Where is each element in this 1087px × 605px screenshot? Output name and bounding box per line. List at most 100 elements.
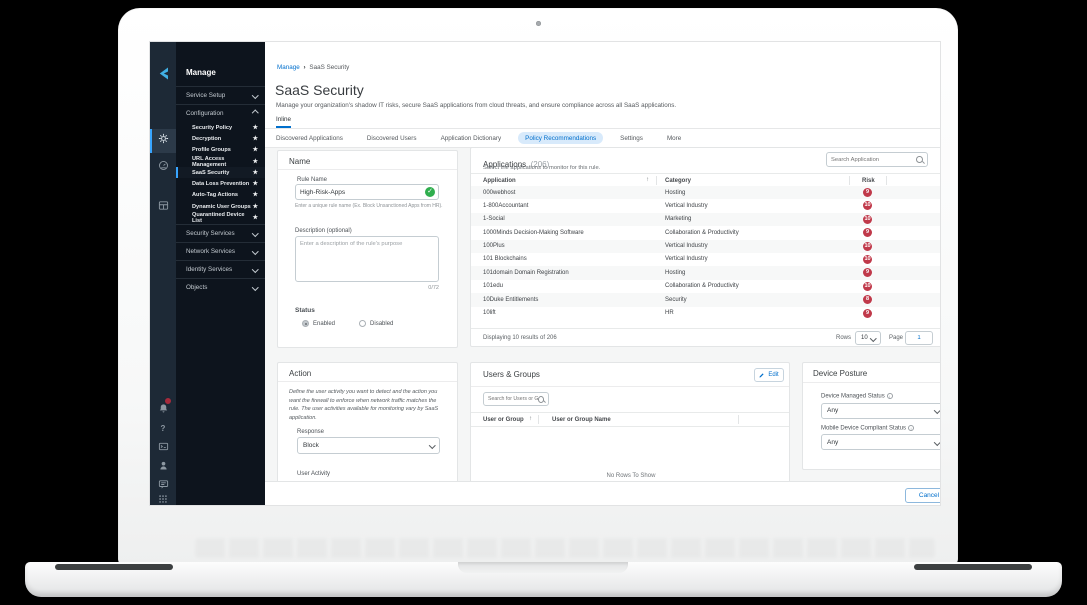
console-icon[interactable] (150, 437, 176, 455)
table-row[interactable]: 000webhost Hosting 9 (471, 186, 940, 199)
page-label: Page (889, 335, 903, 341)
favorite-star-icon[interactable]: ★ (253, 170, 258, 176)
nav-section[interactable]: Network Services (176, 242, 265, 260)
sort-asc-icon[interactable]: ↑ (529, 416, 532, 422)
radio-icon[interactable] (302, 320, 309, 327)
table-row[interactable]: 1000Minds Decision-Making Software Colla… (471, 226, 940, 239)
posture-field: Mobile Device Compliant Statusi Any (821, 425, 940, 448)
hinge-right (914, 564, 1032, 570)
table-row[interactable]: 101 Blockchains Vertical Industry 10 (471, 253, 940, 266)
breadcrumb-manage-link[interactable]: Manage (277, 64, 300, 71)
nav-item[interactable]: Security Policy ★ (176, 122, 265, 133)
gear-icon[interactable] (150, 131, 176, 149)
nav-item[interactable]: Quarantined Device List ★ (176, 212, 265, 223)
help-icon[interactable]: ? (150, 419, 176, 437)
nav-item[interactable]: Profile Groups ★ (176, 145, 265, 156)
posture-field: Device Managed Statusi Any (821, 393, 940, 416)
description-label: Description (optional) (295, 228, 352, 234)
brand-logo[interactable] (150, 62, 176, 84)
nav-item[interactable]: Decryption ★ (176, 133, 265, 144)
radio-icon[interactable] (359, 320, 366, 327)
user-icon[interactable] (150, 456, 176, 474)
tab[interactable]: Policy Recommendations (518, 132, 603, 144)
divider (471, 386, 790, 387)
risk-badge: 10 (863, 215, 872, 224)
cancel-button[interactable]: Cancel (905, 488, 940, 503)
rule-name-input[interactable] (300, 189, 434, 196)
favorite-star-icon[interactable]: ★ (253, 136, 258, 142)
tab[interactable]: Discovered Applications (269, 132, 350, 144)
breadcrumb-separator-icon: › (304, 64, 306, 71)
info-icon[interactable]: i (887, 393, 893, 399)
col-user-or-group[interactable]: User or Group (483, 417, 524, 423)
favorite-star-icon[interactable]: ★ (253, 159, 258, 165)
status-radio-option[interactable]: Enabled (302, 320, 335, 327)
table-row[interactable]: 10Duke Entitlements Security 8 (471, 293, 940, 306)
posture-select[interactable]: Any (821, 434, 940, 450)
nav-section-configuration[interactable]: Configuration (176, 104, 265, 122)
response-label: Response (297, 429, 324, 435)
favorite-star-icon[interactable]: ★ (253, 181, 258, 187)
nav-item[interactable]: Dynamic User Groups ★ (176, 201, 265, 212)
response-select[interactable]: Block (297, 437, 440, 454)
col-user-or-group-name[interactable]: User or Group Name (552, 417, 611, 423)
application-search-wrap (826, 152, 928, 167)
table-row[interactable]: 10lift HR 9 (471, 307, 940, 320)
device-posture-fields: Device Managed Statusi Any Mobile Device… (821, 393, 940, 456)
nav-section-service-setup[interactable]: Service Setup (176, 86, 265, 104)
favorite-star-icon[interactable]: ★ (253, 215, 258, 221)
monitor-gauge-icon[interactable] (150, 156, 176, 174)
tab[interactable]: More (660, 132, 688, 144)
nav-item[interactable]: URL Access Management ★ (176, 156, 265, 167)
favorite-star-icon[interactable]: ★ (253, 147, 258, 153)
page-input[interactable] (910, 335, 928, 341)
table-row[interactable]: 101domain Domain Registration Hosting 9 (471, 266, 940, 279)
notifications-bell-icon[interactable] (150, 399, 176, 417)
posture-select[interactable]: Any (821, 403, 940, 419)
device-posture-panel: Device Posture Device Managed Statusi An… (802, 362, 940, 470)
user-activity-label: User Activity (297, 471, 330, 477)
nav-section[interactable]: Identity Services (176, 260, 265, 278)
nav-section[interactable]: Security Services (176, 224, 265, 242)
chevron-down-icon (934, 407, 940, 413)
table-row[interactable]: 1-800Accountant Vertical Industry 10 (471, 199, 940, 212)
info-icon[interactable]: i (908, 425, 914, 431)
main-content: Manage › SaaS Security SaaS Security Man… (265, 42, 940, 505)
page-title: SaaS Security (275, 82, 364, 98)
column-divider (738, 415, 739, 424)
table-row[interactable]: 101edu Collaboration & Productivity 10 (471, 280, 940, 293)
edit-button[interactable]: Edit (754, 368, 784, 382)
risk-badge: 9 (863, 268, 872, 277)
nav-title: Manage (176, 42, 265, 86)
laptop-base (25, 562, 1062, 597)
col-category[interactable]: Category (665, 178, 691, 184)
tab-inline[interactable]: Inline (276, 116, 291, 128)
description-textarea[interactable] (295, 236, 439, 282)
apps-grid-icon[interactable] (150, 490, 176, 505)
table-row[interactable]: 1-Social Marketing 10 (471, 213, 940, 226)
favorite-star-icon[interactable]: ★ (253, 192, 258, 198)
application-search-input[interactable] (831, 157, 916, 163)
users-search-input[interactable] (488, 396, 538, 402)
favorite-star-icon[interactable]: ★ (253, 125, 258, 131)
table-row[interactable]: 100Plus Vertical Industry 10 (471, 240, 940, 253)
col-risk[interactable]: Risk (862, 178, 875, 184)
dashboard-grid-icon[interactable] (150, 196, 176, 214)
chevron-down-icon (934, 439, 940, 445)
tab[interactable]: Application Dictionary (434, 132, 509, 144)
sort-asc-icon[interactable]: ↑ (646, 177, 649, 183)
nav-section[interactable]: Objects (176, 278, 265, 296)
empty-state-text: No Rows To Show (471, 473, 790, 479)
favorite-star-icon[interactable]: ★ (253, 204, 258, 210)
col-application[interactable]: Application (483, 178, 516, 184)
divider (471, 328, 940, 329)
tab[interactable]: Settings (613, 132, 650, 144)
tab[interactable]: Discovered Users (360, 132, 424, 144)
applications-subtitle: Select the applications to monitor for t… (483, 165, 600, 171)
nav-item[interactable]: Auto-Tag Actions ★ (176, 190, 265, 201)
notification-badge (164, 397, 172, 405)
status-radio-option[interactable]: Disabled (359, 320, 393, 327)
rows-per-page-select[interactable]: 10 (855, 331, 881, 345)
nav-item[interactable]: Data Loss Prevention ★ (176, 178, 265, 189)
nav-item[interactable]: SaaS Security ★ (176, 167, 265, 178)
